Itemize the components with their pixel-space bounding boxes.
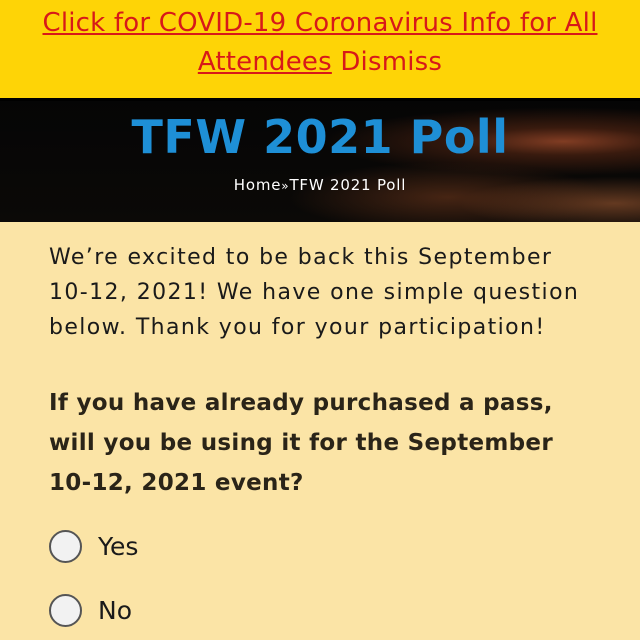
page-title: TFW 2021 Poll <box>131 110 509 164</box>
option-no-label[interactable]: No <box>98 596 132 625</box>
breadcrumb: Home»TFW 2021 Poll <box>0 176 640 194</box>
radio-yes[interactable] <box>49 529 82 563</box>
header-divider <box>0 98 640 101</box>
breadcrumb-home-link[interactable]: Home <box>234 176 282 194</box>
option-yes[interactable]: Yes <box>49 529 594 563</box>
option-no[interactable]: No <box>49 593 594 627</box>
radio-no[interactable] <box>49 593 82 627</box>
dismiss-button[interactable]: Dismiss <box>340 47 442 77</box>
covid-banner: Click for COVID-19 Coronavirus Info for … <box>0 0 640 98</box>
option-yes-label[interactable]: Yes <box>98 532 138 561</box>
breadcrumb-current: TFW 2021 Poll <box>289 176 407 194</box>
poll-question: If you have already purchased a pass, wi… <box>49 390 553 496</box>
poll-content: We’re excited to be back this September … <box>49 240 594 627</box>
covid-info-link[interactable]: Click for COVID-19 Coronavirus Info for … <box>42 8 597 77</box>
page-header: TFW 2021 Poll Home»TFW 2021 Poll <box>0 98 640 222</box>
intro-text: We’re excited to be back this September … <box>49 245 580 340</box>
